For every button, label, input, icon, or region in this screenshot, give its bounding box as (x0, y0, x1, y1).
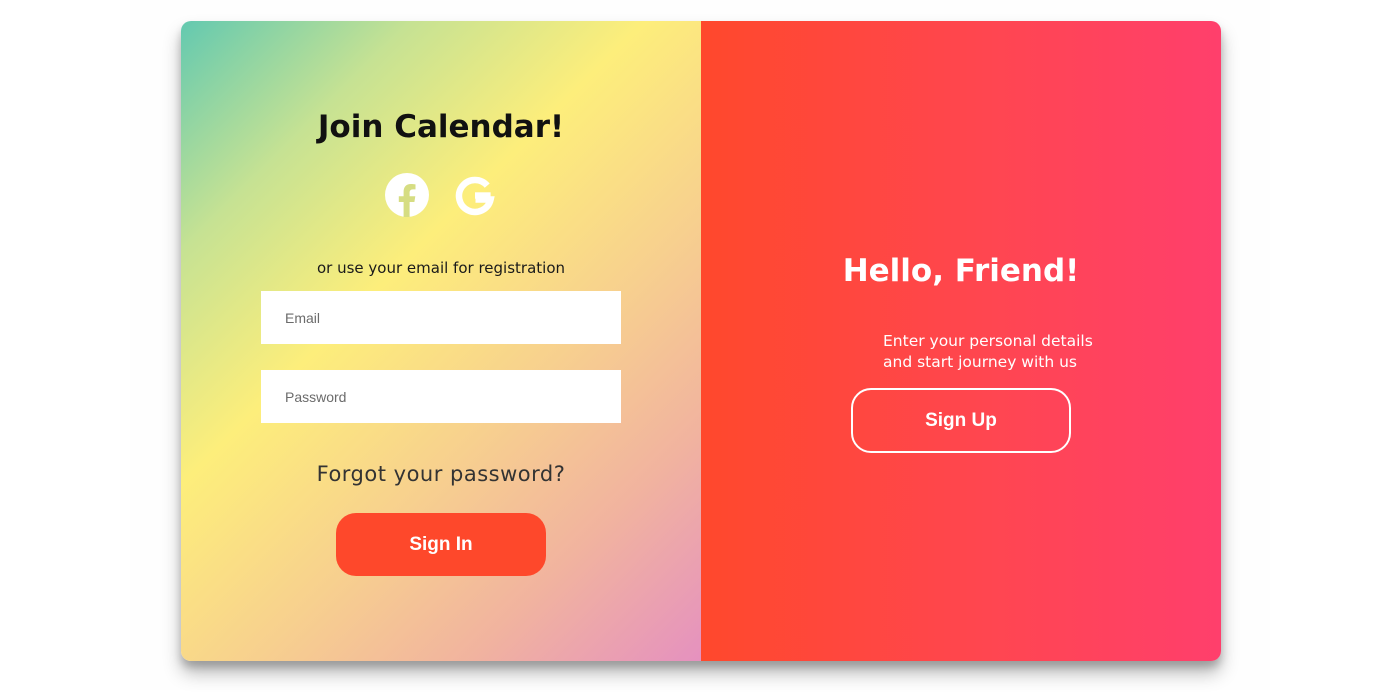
password-field[interactable] (261, 370, 621, 423)
forgot-password-link[interactable]: Forgot your password? (181, 462, 701, 486)
social-login-row (181, 173, 701, 217)
sign-in-button[interactable]: Sign In (336, 513, 546, 576)
sign-up-button[interactable]: Sign Up (851, 388, 1071, 453)
google-icon[interactable] (453, 173, 497, 217)
welcome-overlay-panel: Hello, Friend! Enter your personal detai… (701, 21, 1221, 661)
registration-helper-text: or use your email for registration (317, 259, 565, 277)
overlay-title: Hello, Friend! (842, 253, 1080, 289)
facebook-icon[interactable] (385, 173, 429, 217)
overlay-subtitle-line-2: and start journey with us (883, 353, 1077, 371)
signin-panel: Join Calendar! or use your email for reg… (181, 21, 701, 661)
overlay-subtitle: Enter your personal details and start jo… (883, 331, 1143, 373)
overlay-subtitle-line-1: Enter your personal details (883, 332, 1093, 350)
auth-card: Join Calendar! or use your email for reg… (181, 21, 1221, 661)
signin-title: Join Calendar! (317, 109, 565, 145)
email-field[interactable] (261, 291, 621, 344)
